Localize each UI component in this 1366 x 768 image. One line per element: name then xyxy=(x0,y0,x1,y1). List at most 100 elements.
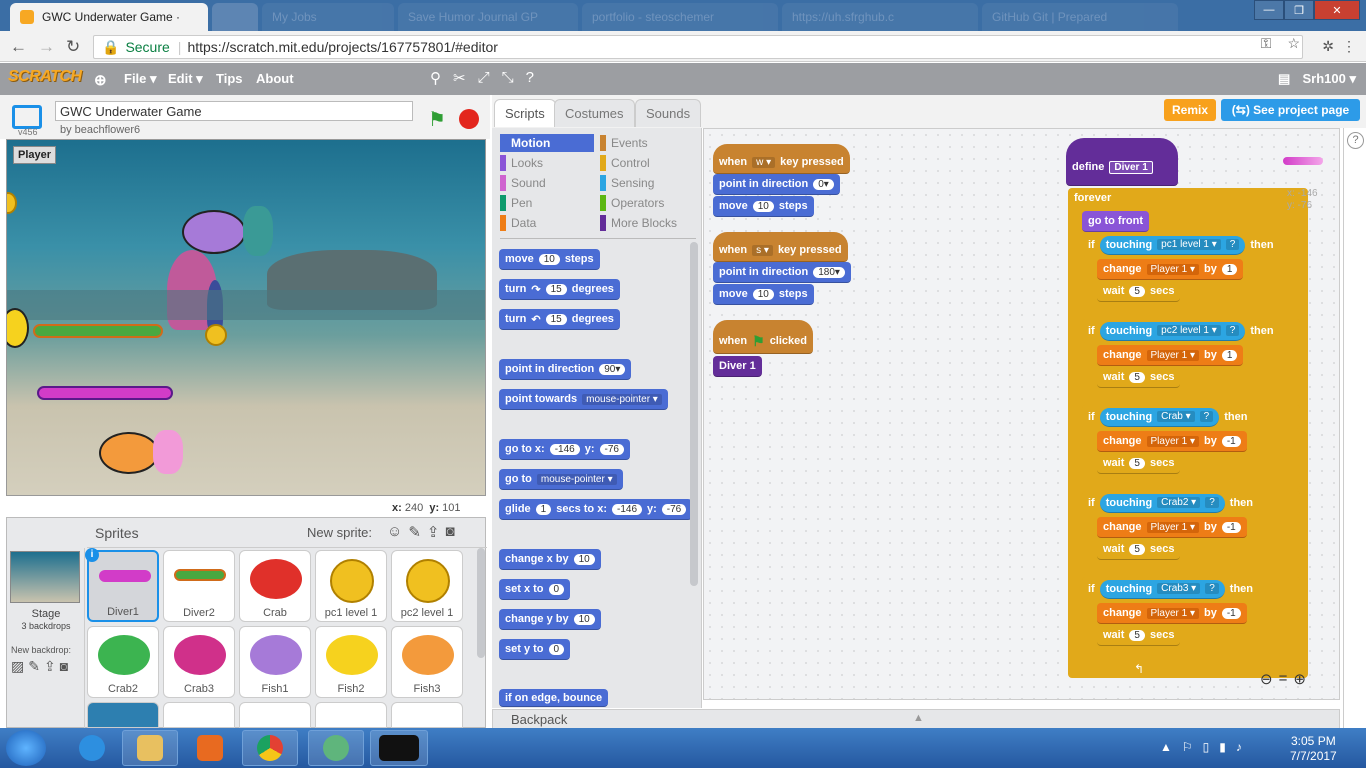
backdrop-camera-icon[interactable]: ◙ xyxy=(60,658,68,675)
fullscreen-icon[interactable] xyxy=(12,105,42,129)
sprite-thumb-fish2[interactable]: Fish2 xyxy=(315,626,387,698)
tab-costumes[interactable]: Costumes xyxy=(554,99,635,127)
sprites-scrollbar[interactable] xyxy=(477,548,485,658)
tab-inactive-2[interactable]: Save Humor Journal GP xyxy=(398,3,578,31)
go-to-front-block[interactable]: go to front xyxy=(1082,211,1149,232)
category-sensing[interactable]: Sensing xyxy=(600,174,694,192)
change-player-variable-block[interactable]: change Player 1 ▾ by 1 xyxy=(1097,345,1244,366)
globe-icon[interactable]: ⊕ xyxy=(94,71,107,89)
palette-move-block[interactable]: move 10 steps xyxy=(499,249,600,270)
category-events[interactable]: Events xyxy=(600,134,694,152)
stage-thumbnail[interactable]: Stage 3 backdrops New backdrop: ▨ ✎ ⇪ ◙ xyxy=(7,548,85,728)
sprite-library-icon[interactable]: ☺ xyxy=(387,523,402,541)
tab-inactive-5[interactable]: GitHub Git | Prepared xyxy=(982,3,1178,31)
stop-sign-icon[interactable] xyxy=(459,109,479,129)
remix-button[interactable]: Remix xyxy=(1164,99,1216,121)
scratch-logo[interactable]: SCRATCH xyxy=(8,68,82,86)
paint-sprite-icon[interactable]: ✎ xyxy=(408,523,421,541)
change-player-variable-block[interactable]: change Player 1 ▾ by -1 xyxy=(1097,517,1247,538)
if-condition-row[interactable]: if touching Crab ▾? then xyxy=(1082,405,1300,429)
wait-secs-block[interactable]: wait 5 secs xyxy=(1097,625,1181,646)
menu-about[interactable]: About xyxy=(256,71,294,86)
sprite-thumb-partial[interactable] xyxy=(239,702,311,728)
palette-change-y-block[interactable]: change y by 10 xyxy=(499,609,601,630)
sprite-thumb-pc2-level-1[interactable]: pc2 level 1 xyxy=(391,550,463,622)
touching-sensor-block[interactable]: touching Crab ▾? xyxy=(1099,407,1220,427)
tab-inactive-3[interactable]: portfolio - steoschemer xyxy=(582,3,778,31)
point-direction-180-block[interactable]: point in direction 180▾ xyxy=(713,262,851,283)
if-condition-row[interactable]: if touching Crab2 ▾? then xyxy=(1082,491,1300,515)
sprite-thumb-partial[interactable] xyxy=(163,702,235,728)
wait-secs-block[interactable]: wait 5 secs xyxy=(1097,453,1181,474)
menu-edit[interactable]: Edit ▾ xyxy=(168,71,203,87)
media-player-taskbar-button[interactable] xyxy=(182,730,238,766)
duplicate-icon[interactable]: ⚲ xyxy=(430,69,441,87)
palette-turn-left-block[interactable]: turn ↶ 15 degrees xyxy=(499,309,620,330)
tray-expand-icon[interactable]: ▲ xyxy=(1160,740,1172,754)
tab-inactive-1[interactable]: My Jobs xyxy=(262,3,394,31)
when-w-key-pressed-block[interactable]: when w ▾ key pressed xyxy=(713,144,850,174)
tab-sounds[interactable]: Sounds xyxy=(635,99,702,127)
project-title-input[interactable]: GWC Underwater Game xyxy=(55,101,413,121)
define-diver-1-block[interactable]: define Diver 1 xyxy=(1066,138,1178,186)
when-s-key-pressed-block[interactable]: when s ▾ key pressed xyxy=(713,232,848,262)
point-direction-0-block[interactable]: point in direction 0▾ xyxy=(713,174,840,195)
tab-gwc-underwater-game[interactable]: GWC Underwater Game · xyxy=(10,3,208,31)
sprite-thumb-partial[interactable] xyxy=(391,702,463,728)
change-player-variable-block[interactable]: change Player 1 ▾ by -1 xyxy=(1097,603,1247,624)
flag-icon[interactable]: ⚐ xyxy=(1182,740,1193,754)
sprite-thumb-fish3[interactable]: Fish3 xyxy=(391,626,463,698)
zoom-in-icon[interactable]: ⊕ xyxy=(1293,670,1306,688)
palette-scrollbar[interactable] xyxy=(690,242,698,586)
move-10-steps-block[interactable]: move 10 steps xyxy=(713,284,814,305)
palette-change-x-block[interactable]: change x by 10 xyxy=(499,549,601,570)
expand-arrow-icon[interactable]: ▲ xyxy=(913,712,924,724)
touching-sensor-block[interactable]: touching pc2 level 1 ▾? xyxy=(1099,321,1246,341)
forward-arrow-icon[interactable]: → xyxy=(38,37,55,57)
category-control[interactable]: Control xyxy=(600,154,694,172)
category-sound[interactable]: Sound xyxy=(500,174,594,192)
sprite-thumb-crab[interactable]: Crab xyxy=(239,550,311,622)
upload-sprite-icon[interactable]: ⇪ xyxy=(427,523,440,541)
volume-icon[interactable]: ♪ xyxy=(1236,740,1242,754)
chrome-taskbar-button[interactable] xyxy=(242,730,298,766)
chrome-menu-icon[interactable]: ⋮ xyxy=(1342,38,1356,55)
tab-inactive-4[interactable]: https://uh.sfrghub.c xyxy=(782,3,978,31)
palette-turn-right-block[interactable]: turn ↷ 15 degrees xyxy=(499,279,620,300)
sprite-thumb-fish1[interactable]: Fish1 xyxy=(239,626,311,698)
reload-icon[interactable]: ↻ xyxy=(66,37,80,57)
backdrop-library-icon[interactable]: ▨ xyxy=(11,658,24,675)
category-motion[interactable]: Motion xyxy=(500,134,594,152)
backdrop-upload-icon[interactable]: ⇪ xyxy=(44,658,56,675)
url-input[interactable]: 🔒 Secure | https://scratch.mit.edu/proje… xyxy=(93,35,1303,59)
backdrop-paint-icon[interactable]: ✎ xyxy=(28,658,40,675)
category-data[interactable]: Data xyxy=(500,214,594,232)
if-condition-row[interactable]: if touching Crab3 ▾? then xyxy=(1082,577,1300,601)
atom-taskbar-button[interactable] xyxy=(308,730,364,766)
when-flag-clicked-block[interactable]: when ⚑ clicked xyxy=(713,320,813,354)
change-player-variable-block[interactable]: change Player 1 ▾ by 1 xyxy=(1097,259,1244,280)
sprite-thumb-diver2[interactable]: Diver2 xyxy=(163,550,235,622)
move-10-steps-block[interactable]: move 10 steps xyxy=(713,196,814,217)
help-icon[interactable]: ? xyxy=(526,69,534,87)
palette-goto-block[interactable]: go to mouse-pointer ▾ xyxy=(499,469,623,490)
delete-scissors-icon[interactable]: ✂ xyxy=(453,69,466,87)
help-question-icon[interactable]: ? xyxy=(1347,132,1364,149)
zoom-reset-icon[interactable]: = xyxy=(1279,670,1288,688)
green-flag-icon[interactable]: ⚑ xyxy=(428,107,446,132)
call-diver-1-block[interactable]: Diver 1 xyxy=(713,356,762,377)
extension-icon[interactable]: ✲ xyxy=(1322,38,1334,55)
sprite-thumb-partial[interactable] xyxy=(315,702,387,728)
category-operators[interactable]: Operators xyxy=(600,194,694,212)
bookmark-star-icon[interactable]: ☆ xyxy=(1287,35,1300,52)
camera-sprite-icon[interactable]: ◙ xyxy=(445,523,454,541)
wait-secs-block[interactable]: wait 5 secs xyxy=(1097,367,1181,388)
touching-sensor-block[interactable]: touching pc1 level 1 ▾? xyxy=(1099,235,1246,255)
shrink-icon[interactable]: ⤡ xyxy=(502,69,514,87)
palette-point-direction-block[interactable]: point in direction 90▾ xyxy=(499,359,632,380)
diver2-sprite[interactable] xyxy=(33,324,163,338)
orange-fish-sprite[interactable] xyxy=(99,432,159,474)
sprite-thumb-crab3[interactable]: Crab3 xyxy=(163,626,235,698)
wait-secs-block[interactable]: wait 5 secs xyxy=(1097,539,1181,560)
maximize-button[interactable]: ❐ xyxy=(1284,0,1314,20)
